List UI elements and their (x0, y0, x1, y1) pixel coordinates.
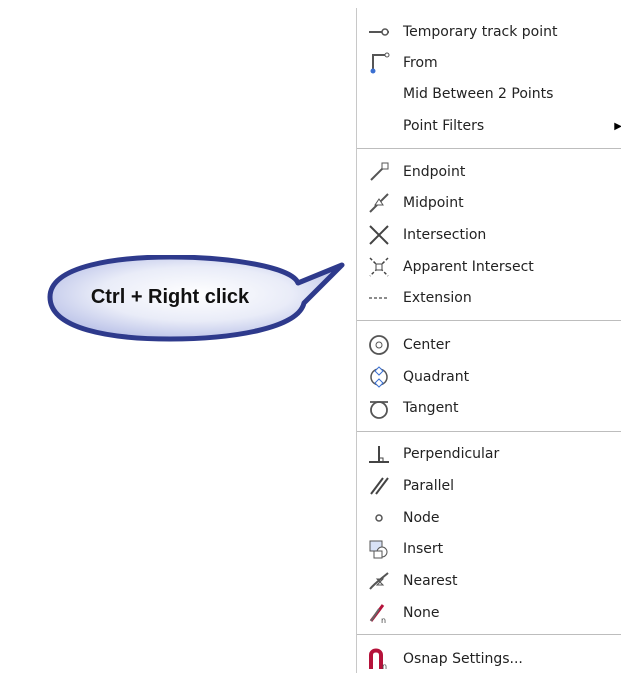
menu-item-parallel[interactable]: Parallel (357, 473, 621, 499)
menu-item-temporary-track-point[interactable]: Temporary track point (357, 19, 621, 45)
callout-bubble: Ctrl + Right click (30, 255, 350, 355)
menu-item-insert[interactable]: Insert (357, 536, 621, 562)
svg-text:n: n (382, 662, 387, 671)
center-icon (367, 333, 391, 357)
menu-separator (357, 320, 621, 321)
osnap-context-menu: Temporary track point From Mid Between 2… (356, 8, 621, 673)
menu-separator (357, 634, 621, 635)
menu-item-nearest[interactable]: Nearest (357, 568, 621, 594)
menu-separator (357, 431, 621, 432)
menu-item-tangent[interactable]: Tangent (357, 395, 621, 421)
temporary-track-point-icon (367, 20, 391, 44)
tangent-icon (367, 396, 391, 420)
node-icon (367, 506, 391, 530)
menu-item-extension[interactable]: Extension (357, 285, 621, 311)
parallel-icon (367, 474, 391, 498)
submenu-arrow-icon: ▶ (614, 120, 621, 132)
endpoint-icon (367, 160, 391, 184)
apparent-intersect-icon (367, 255, 391, 279)
from-icon (367, 51, 391, 75)
perpendicular-icon (367, 442, 391, 466)
menu-item-osnap-settings[interactable]: n Osnap Settings... (357, 646, 621, 672)
svg-text:n: n (381, 616, 386, 625)
quadrant-icon (367, 365, 391, 389)
menu-item-from[interactable]: From (357, 50, 621, 76)
menu-separator (357, 148, 621, 149)
menu-item-intersection[interactable]: Intersection (357, 222, 621, 248)
midpoint-icon (367, 191, 391, 215)
menu-item-center[interactable]: Center (357, 332, 621, 358)
menu-item-node[interactable]: Node (357, 505, 621, 531)
none-icon: n (367, 601, 391, 625)
menu-item-apparent-intersect[interactable]: Apparent Intersect (357, 254, 621, 280)
insert-icon (367, 537, 391, 561)
intersection-icon (367, 223, 391, 247)
osnap-settings-icon: n (367, 647, 391, 671)
extension-icon (367, 286, 391, 310)
menu-item-endpoint[interactable]: Endpoint (357, 159, 621, 185)
menu-item-mid-between-2-points[interactable]: Mid Between 2 Points (357, 81, 621, 107)
nearest-icon (367, 569, 391, 593)
menu-item-quadrant[interactable]: Quadrant (357, 364, 621, 390)
callout-text: Ctrl + Right click (90, 285, 250, 308)
menu-item-none[interactable]: n None (357, 600, 621, 626)
menu-item-point-filters[interactable]: Point Filters ▶ (357, 113, 621, 139)
menu-item-perpendicular[interactable]: Perpendicular (357, 441, 621, 467)
menu-item-midpoint[interactable]: Midpoint (357, 190, 621, 216)
